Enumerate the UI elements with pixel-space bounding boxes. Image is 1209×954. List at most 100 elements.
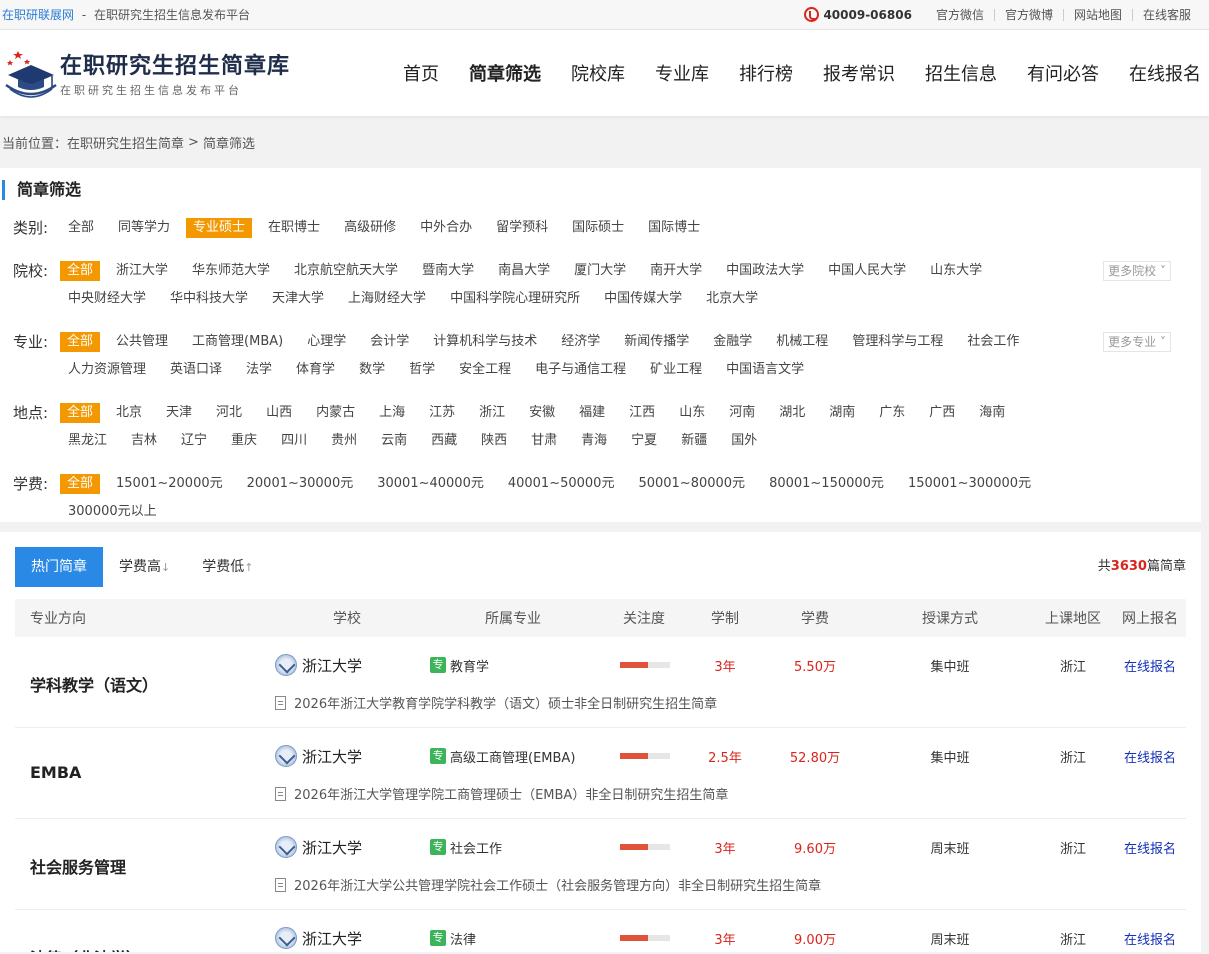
filter-option-location[interactable]: 四川: [273, 427, 315, 455]
filter-option-category[interactable]: 全部: [60, 214, 102, 242]
filter-option-major[interactable]: 体育学: [288, 356, 343, 384]
filter-option-major[interactable]: 数学: [351, 356, 393, 384]
filter-option-category[interactable]: 国际硕士: [564, 214, 632, 242]
filter-option-school[interactable]: 山东大学: [922, 257, 990, 285]
wechat-link[interactable]: 官方微信: [926, 9, 994, 21]
filter-option-location[interactable]: 宁夏: [623, 427, 665, 455]
register-link[interactable]: 在线报名: [1115, 837, 1185, 857]
direction-link[interactable]: 法律（非法学）: [30, 945, 270, 952]
filter-option-school[interactable]: 浙江大学: [108, 257, 176, 285]
more-majors-button[interactable]: 更多专业 ˅: [1103, 332, 1171, 352]
filter-option-school[interactable]: 全部: [60, 261, 101, 281]
filter-option-location[interactable]: 海南: [971, 399, 1013, 427]
nav-exam-knowledge[interactable]: 报考常识: [823, 60, 895, 86]
filter-option-location[interactable]: 新疆: [673, 427, 715, 455]
school-link[interactable]: 浙江大学: [302, 928, 362, 949]
filter-option-fee[interactable]: 30001~40000元: [369, 470, 492, 498]
filter-option-category[interactable]: 专业硕士: [186, 218, 253, 238]
filter-option-major[interactable]: 全部: [60, 332, 101, 352]
filter-option-major[interactable]: 人力资源管理: [60, 356, 154, 384]
filter-option-location[interactable]: 陕西: [473, 427, 515, 455]
filter-option-major[interactable]: 计算机科学与技术: [425, 328, 545, 356]
filter-option-location[interactable]: 河北: [208, 399, 250, 427]
register-link[interactable]: 在线报名: [1115, 746, 1185, 766]
filter-option-school[interactable]: 中国传媒大学: [596, 285, 690, 313]
filter-option-school[interactable]: 南开大学: [642, 257, 710, 285]
filter-option-fee[interactable]: 15001~20000元: [108, 470, 231, 498]
school-link[interactable]: 浙江大学: [302, 746, 362, 767]
filter-option-location[interactable]: 山东: [671, 399, 713, 427]
nav-major-library[interactable]: 专业库: [655, 60, 709, 86]
school-link[interactable]: 浙江大学: [302, 655, 362, 676]
filter-option-location[interactable]: 北京: [108, 399, 150, 427]
filter-option-location[interactable]: 重庆: [223, 427, 265, 455]
brochure-link[interactable]: 2026年浙江大学公共管理学院社会工作硕士（社会服务管理方向）非全日制研究生招生…: [275, 875, 821, 894]
register-link[interactable]: 在线报名: [1115, 928, 1185, 948]
filter-option-major[interactable]: 工商管理(MBA): [184, 328, 291, 356]
filter-option-fee[interactable]: 150001~300000元: [900, 470, 1039, 498]
nav-qa[interactable]: 有问必答: [1027, 60, 1099, 86]
filter-option-school[interactable]: 南昌大学: [490, 257, 558, 285]
filter-option-major[interactable]: 会计学: [362, 328, 417, 356]
filter-option-location[interactable]: 江西: [621, 399, 663, 427]
filter-option-school[interactable]: 北京航空航天大学: [286, 257, 406, 285]
filter-option-location[interactable]: 广西: [921, 399, 963, 427]
filter-option-major[interactable]: 安全工程: [451, 356, 519, 384]
filter-option-school[interactable]: 华中科技大学: [162, 285, 256, 313]
direction-link[interactable]: 社会服务管理: [30, 854, 270, 878]
filter-option-school[interactable]: 中国政法大学: [718, 257, 812, 285]
filter-option-location[interactable]: 湖北: [771, 399, 813, 427]
online-service-link[interactable]: 在线客服: [1131, 8, 1201, 21]
filter-option-major[interactable]: 法学: [238, 356, 280, 384]
filter-option-location[interactable]: 西藏: [423, 427, 465, 455]
filter-option-school[interactable]: 天津大学: [264, 285, 332, 313]
filter-option-category[interactable]: 高级研修: [336, 214, 404, 242]
filter-option-category[interactable]: 中外合办: [412, 214, 480, 242]
filter-option-school[interactable]: 中国人民大学: [820, 257, 914, 285]
filter-option-major[interactable]: 英语口译: [162, 356, 230, 384]
filter-option-fee[interactable]: 80001~150000元: [761, 470, 892, 498]
filter-option-location[interactable]: 内蒙古: [308, 399, 363, 427]
filter-option-major[interactable]: 矿业工程: [642, 356, 710, 384]
filter-option-location[interactable]: 山西: [258, 399, 300, 427]
filter-option-fee[interactable]: 50001~80000元: [630, 470, 753, 498]
filter-option-location[interactable]: 青海: [573, 427, 615, 455]
filter-option-fee[interactable]: 全部: [60, 474, 101, 494]
filter-option-school[interactable]: 中国科学院心理研究所: [442, 285, 588, 313]
filter-option-location[interactable]: 天津: [158, 399, 200, 427]
filter-option-major[interactable]: 经济学: [553, 328, 608, 356]
filter-option-major[interactable]: 金融学: [705, 328, 760, 356]
filter-option-major[interactable]: 中国语言文学: [718, 356, 812, 384]
filter-option-location[interactable]: 黑龙江: [60, 427, 115, 455]
major-link[interactable]: 法律: [450, 929, 476, 948]
tab-hot[interactable]: 热门简章: [15, 547, 103, 587]
filter-option-location[interactable]: 福建: [571, 399, 613, 427]
filter-option-school[interactable]: 厦门大学: [566, 257, 634, 285]
major-link[interactable]: 教育学: [450, 656, 489, 675]
filter-option-location[interactable]: 湖南: [821, 399, 863, 427]
filter-option-location[interactable]: 国外: [723, 427, 765, 455]
nav-school-library[interactable]: 院校库: [571, 60, 625, 86]
filter-option-location[interactable]: 上海: [371, 399, 413, 427]
filter-option-category[interactable]: 同等学力: [110, 214, 178, 242]
filter-option-major[interactable]: 心理学: [299, 328, 354, 356]
filter-option-major[interactable]: 电子与通信工程: [527, 356, 634, 384]
direction-link[interactable]: 学科教学（语文）: [30, 672, 270, 696]
nav-online-register[interactable]: 在线报名: [1129, 60, 1201, 86]
filter-option-school[interactable]: 上海财经大学: [340, 285, 434, 313]
tab-fee-low[interactable]: 学费低↑: [186, 547, 269, 587]
filter-option-fee[interactable]: 20001~30000元: [239, 470, 362, 498]
filter-option-location[interactable]: 安徽: [521, 399, 563, 427]
filter-option-location[interactable]: 吉林: [123, 427, 165, 455]
filter-option-school[interactable]: 暨南大学: [414, 257, 482, 285]
filter-option-major[interactable]: 新闻传播学: [616, 328, 697, 356]
direction-link[interactable]: EMBA: [30, 763, 270, 782]
filter-option-major[interactable]: 公共管理: [108, 328, 176, 356]
filter-option-category[interactable]: 国际博士: [640, 214, 708, 242]
filter-option-location[interactable]: 甘肃: [523, 427, 565, 455]
filter-option-location[interactable]: 浙江: [471, 399, 513, 427]
site-home-link[interactable]: 在职研联展网: [2, 8, 74, 22]
filter-option-major[interactable]: 机械工程: [768, 328, 836, 356]
filter-option-location[interactable]: 辽宁: [173, 427, 215, 455]
filter-option-major[interactable]: 社会工作: [959, 328, 1027, 356]
